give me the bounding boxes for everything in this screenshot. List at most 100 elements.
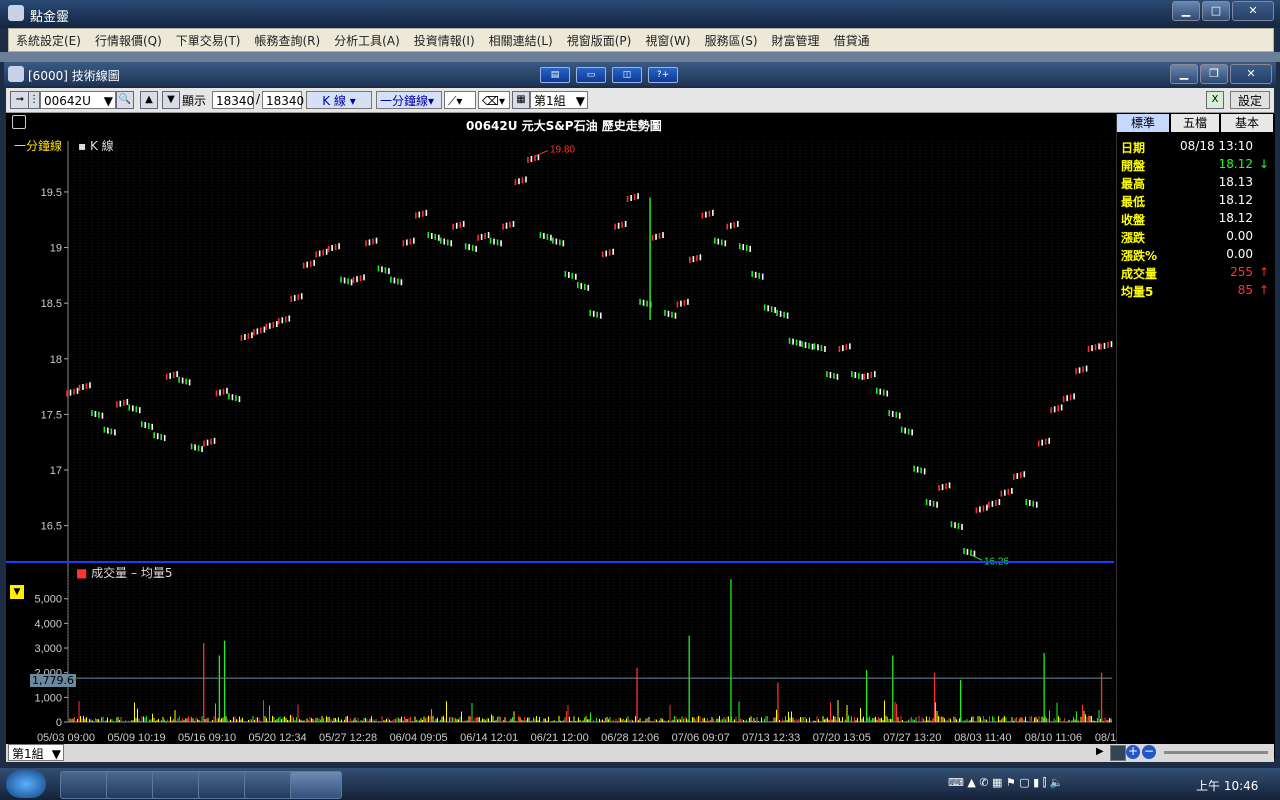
menu-item-9[interactable]: 服務區(S) <box>698 32 765 49</box>
zoom-out-icon[interactable]: − <box>1142 745 1156 759</box>
close-button[interactable]: ✕ <box>1232 1 1274 21</box>
chart-svg: 19.8016.26 16.51717.51818.51919.501,0002… <box>6 141 1116 744</box>
quote-row: 成交量 255 ↑ <box>1121 265 1271 283</box>
avg-legend-label: 均量5 <box>140 566 173 580</box>
avg-value-badge: 1,779.6 <box>30 674 76 687</box>
arrow-right-icon[interactable]: ➞ <box>10 91 30 109</box>
taskbar-app-window[interactable] <box>244 771 296 799</box>
pin-icon[interactable] <box>1110 745 1126 761</box>
app-window-controls: ▁ □ ✕ <box>1172 1 1274 21</box>
scroll-right-icon[interactable]: ▶ <box>1096 746 1104 757</box>
zoom-slider[interactable] <box>1164 751 1268 754</box>
volume-toggle-icon[interactable]: ▼ <box>10 585 24 599</box>
layout-split-icon[interactable]: ▤ <box>540 67 570 83</box>
eraser-tool[interactable]: ⌫▾ <box>478 91 510 109</box>
quote-key: 成交量 <box>1121 267 1158 281</box>
search-icon[interactable]: 🔍 <box>116 91 134 109</box>
price-marks: 19.8016.26 <box>66 145 1113 567</box>
price-grid <box>67 141 1113 722</box>
group-value: 第1組 <box>534 94 566 108</box>
quote-arrow-icon: ↓ <box>1258 157 1269 171</box>
layout-sync-icon[interactable]: ◫ <box>612 67 642 83</box>
down-arrow-button[interactable]: ▼ <box>162 91 180 109</box>
date-tick-label: 06/28 12:06 <box>601 732 659 744</box>
date-tick-label: 06/21 12:00 <box>531 732 589 744</box>
chart-restore-button[interactable]: ❐ <box>1200 64 1228 84</box>
settings-button[interactable]: 設定 <box>1230 91 1270 109</box>
tab-standard[interactable]: 標準 <box>1117 114 1169 132</box>
draw-line-tool[interactable]: ⟋▾ <box>444 91 476 109</box>
menu-item-6[interactable]: 相關連結(L) <box>482 32 560 49</box>
chevron-down-icon: ▼ <box>51 747 61 761</box>
excel-icon[interactable]: X <box>1206 91 1224 109</box>
period-value: 一分鐘線 <box>380 94 429 108</box>
taskbar-app-trading[interactable] <box>290 771 342 799</box>
date-tick-label: 08/10 11:06 <box>1025 732 1082 744</box>
date-tick-label: 08/03 11:40 <box>954 732 1011 744</box>
taskbar-app-explorer[interactable] <box>198 771 250 799</box>
clock-icon[interactable] <box>12 115 26 129</box>
taskbar-app-chrome[interactable] <box>106 771 158 799</box>
quote-row: 均量5 85 ↑ <box>1121 283 1271 301</box>
quote-row: 最高 18.13 <box>1121 175 1271 193</box>
help-icon[interactable]: ?+ <box>648 67 678 83</box>
count-field-2[interactable]: 18340 <box>262 91 304 109</box>
chart-window: 19.8016.26 16.5 17 17.5 18 18.5 19 19.5 0 1,000 2… <box>6 113 1274 759</box>
date-tick-label: 08/17 10:16 <box>1095 732 1116 744</box>
quote-key: 日期 <box>1121 141 1146 155</box>
date-tick-label: 05/16 09:10 <box>178 732 236 744</box>
chart-window-icon <box>8 66 24 82</box>
quote-key: 收盤 <box>1121 213 1146 227</box>
chart-close-button[interactable]: ✕ <box>1230 64 1272 84</box>
menu-item-1[interactable]: 行情報價(Q) <box>88 32 169 49</box>
taskbar: ⌨ ▲ ✆ ▦ ⚑ ▢ ▮ ⫿ 🔈 上午 10:46 <box>0 768 1280 800</box>
system-tray-icons[interactable]: ⌨ ▲ ✆ ▦ ⚑ ▢ ▮ ⫿ 🔈 <box>948 776 1063 790</box>
quote-value: 18.13 <box>1218 175 1253 189</box>
menu-item-0[interactable]: 系統設定(E) <box>9 32 88 49</box>
menu-item-5[interactable]: 投資情報(I) <box>407 32 482 49</box>
quote-row: 收盤 18.12 <box>1121 211 1271 229</box>
app-icon <box>8 5 24 21</box>
count-field-1[interactable]: 18340 <box>212 91 254 109</box>
calendar-icon[interactable]: ▦ <box>512 91 530 109</box>
axis-labels: 16.51717.51818.51919.501,0002,0003,0004,… <box>34 187 1116 744</box>
quote-row: 最低 18.12 <box>1121 193 1271 211</box>
period-select[interactable]: 一分鐘線▾ <box>376 91 442 109</box>
group-status-select[interactable]: 第1組 ▼ <box>8 744 64 761</box>
minimize-button[interactable]: ▁ <box>1172 1 1200 21</box>
chart-toolbar: ➞ ⋮ 00642U ▼ 🔍 ▲ ▼ 顯示 18340 / 18340 K 線 ▾… <box>6 88 1274 113</box>
tab-five-level[interactable]: 五檔 <box>1171 114 1219 132</box>
layout-tile-icon[interactable]: ▭ <box>576 67 606 83</box>
chart-minimize-button[interactable]: ▁ <box>1170 64 1198 84</box>
symbol-select[interactable]: 00642U ▼ <box>40 91 116 109</box>
menu-item-3[interactable]: 帳務查詢(R) <box>247 32 327 49</box>
up-arrow-button[interactable]: ▲ <box>140 91 158 109</box>
menu-item-4[interactable]: 分析工具(A) <box>327 32 407 49</box>
tab-basic[interactable]: 基本 <box>1221 114 1273 132</box>
menu-item-11[interactable]: 借貸通 <box>827 32 877 49</box>
date-tick-label: 05/20 12:34 <box>249 732 307 744</box>
grid-icon[interactable]: ⋮ <box>28 91 40 109</box>
date-tick-label: 07/13 12:33 <box>742 732 800 744</box>
quote-value: 18.12 <box>1218 157 1253 171</box>
kline-legend: ▪ K 線 <box>78 139 114 153</box>
start-button[interactable] <box>6 770 46 798</box>
chart-window-title: [6000] 技術線圖 <box>28 69 120 83</box>
menu-item-10[interactable]: 財富管理 <box>765 32 827 49</box>
date-tick-label: 06/04 09:05 <box>390 732 448 744</box>
price-tick-label: 19.5 <box>41 187 62 199</box>
menu-item-7[interactable]: 視窗版面(P) <box>560 32 639 49</box>
count-separator: / <box>256 92 261 106</box>
kline-select[interactable]: K 線 ▾ <box>306 91 372 109</box>
menu-item-8[interactable]: 視窗(W) <box>638 32 697 49</box>
volume-legend: ■ 成交量 – 均量5 <box>76 566 173 580</box>
zoom-in-icon[interactable]: + <box>1126 745 1140 759</box>
quote-row: 開盤 18.12 ↓ <box>1121 157 1271 175</box>
app-title-bar: 點金靈 ▁ □ ✕ <box>0 0 1280 28</box>
maximize-button[interactable]: □ <box>1202 1 1230 21</box>
taskbar-app-media[interactable] <box>60 771 112 799</box>
app-title: 點金靈 <box>30 10 70 25</box>
menu-item-2[interactable]: 下單交易(T) <box>169 32 248 49</box>
group-select[interactable]: 第1組 ▼ <box>530 91 588 109</box>
taskbar-app-documents[interactable] <box>152 771 204 799</box>
